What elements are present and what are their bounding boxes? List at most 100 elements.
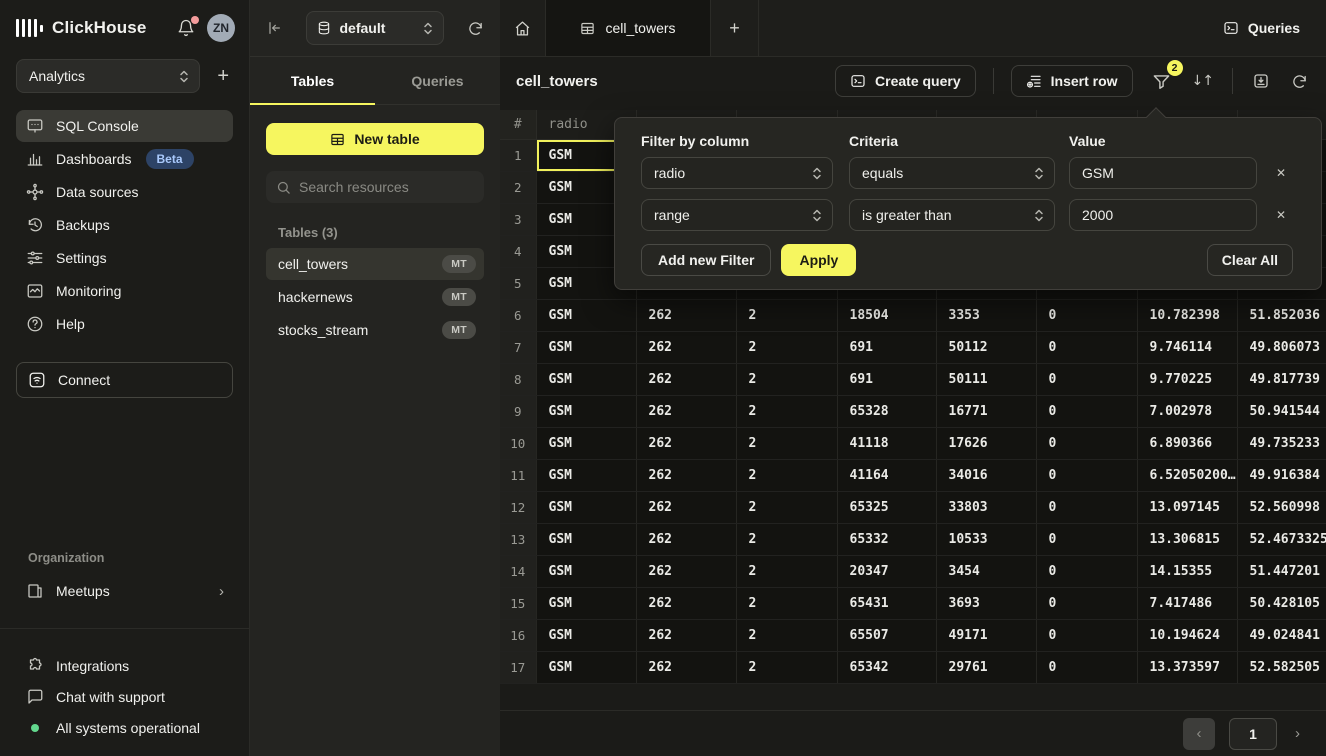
table-cell[interactable]: 262 [636, 491, 736, 523]
table-cell[interactable]: 6.52050200… [1137, 459, 1237, 491]
table-cell[interactable]: 2 [736, 331, 837, 363]
notifications-bell-icon[interactable] [177, 19, 195, 37]
table-list-item-cell-towers[interactable]: cell_towers MT [266, 248, 484, 280]
table-cell[interactable]: 65332 [837, 523, 936, 555]
table-cell[interactable]: 0 [1036, 587, 1137, 619]
database-select[interactable]: default [306, 11, 444, 45]
table-cell[interactable]: 2 [736, 651, 837, 683]
sidebar-item-data-sources[interactable]: Data sources [16, 176, 233, 208]
table-cell[interactable]: 262 [636, 363, 736, 395]
table-cell[interactable]: 52.560998 [1237, 491, 1326, 523]
remove-filter-icon[interactable]: ✕ [1276, 166, 1286, 180]
table-cell[interactable]: GSM [536, 587, 636, 619]
sort-button[interactable]: ↓↑ [1190, 71, 1215, 91]
new-table-button[interactable]: New table [266, 123, 484, 155]
sidebar-item-sql-console[interactable]: SQL Console [16, 110, 233, 142]
table-cell[interactable]: 34016 [936, 459, 1036, 491]
table-cell[interactable]: 262 [636, 395, 736, 427]
table-cell[interactable]: 49.916384 [1237, 459, 1326, 491]
table-cell[interactable]: 10.782398 [1137, 299, 1237, 331]
table-cell[interactable]: 13.373597 [1137, 651, 1237, 683]
table-cell[interactable]: 262 [636, 587, 736, 619]
table-cell[interactable]: 52.4673325 [1237, 523, 1326, 555]
table-cell[interactable]: 13.097145 [1137, 491, 1237, 523]
table-cell[interactable]: 49.024841 [1237, 619, 1326, 651]
table-cell[interactable]: 0 [1036, 299, 1137, 331]
table-cell[interactable]: GSM [536, 427, 636, 459]
sidebar-item-settings[interactable]: Settings [16, 242, 233, 274]
table-cell[interactable]: 9.746114 [1137, 331, 1237, 363]
sidebar-item-chat-support[interactable]: Chat with support [16, 682, 234, 712]
table-cell[interactable]: 0 [1036, 459, 1137, 491]
table-cell[interactable]: 262 [636, 651, 736, 683]
table-cell[interactable]: 262 [636, 523, 736, 555]
table-cell[interactable]: 2 [736, 299, 837, 331]
table-cell[interactable]: GSM [536, 331, 636, 363]
table-cell[interactable]: 3454 [936, 555, 1036, 587]
table-cell[interactable]: 2 [736, 459, 837, 491]
filter-column-select[interactable]: range [641, 199, 833, 231]
connect-button[interactable]: Connect [16, 362, 233, 398]
table-cell[interactable]: 2 [736, 587, 837, 619]
table-cell[interactable]: GSM [536, 395, 636, 427]
table-cell[interactable]: 50111 [936, 363, 1036, 395]
table-cell[interactable]: 0 [1036, 523, 1137, 555]
sidebar-item-monitoring[interactable]: Monitoring [16, 275, 233, 307]
table-cell[interactable]: 49171 [936, 619, 1036, 651]
table-cell[interactable]: 2 [736, 491, 837, 523]
table-cell[interactable]: 17626 [936, 427, 1036, 459]
table-cell[interactable]: 65431 [837, 587, 936, 619]
tab-queries[interactable]: Queries [375, 57, 500, 104]
table-cell[interactable]: 51.447201 [1237, 555, 1326, 587]
table-cell[interactable]: 13.306815 [1137, 523, 1237, 555]
table-cell[interactable]: 262 [636, 619, 736, 651]
table-cell[interactable]: 0 [1036, 331, 1137, 363]
refresh-button[interactable] [1289, 71, 1310, 92]
queries-button[interactable]: Queries [1223, 0, 1326, 56]
table-cell[interactable]: 6.890366 [1137, 427, 1237, 459]
tab-tables[interactable]: Tables [250, 57, 375, 104]
new-tab-button[interactable]: + [711, 0, 759, 56]
table-cell[interactable]: GSM [536, 459, 636, 491]
table-cell[interactable]: 10533 [936, 523, 1036, 555]
insert-row-button[interactable]: Insert row [1011, 65, 1133, 97]
table-cell[interactable]: 262 [636, 459, 736, 491]
add-workspace-button[interactable]: + [213, 65, 233, 88]
clear-all-button[interactable]: Clear All [1207, 244, 1293, 276]
sidebar-item-backups[interactable]: Backups [16, 209, 233, 241]
table-cell[interactable]: 7.002978 [1137, 395, 1237, 427]
workspace-select[interactable]: Analytics [16, 59, 200, 93]
table-cell[interactable]: 691 [837, 363, 936, 395]
search-box[interactable] [266, 171, 484, 203]
apply-button[interactable]: Apply [781, 244, 856, 276]
create-query-button[interactable]: Create query [835, 65, 976, 97]
table-cell[interactable]: 2 [736, 363, 837, 395]
table-cell[interactable]: 7.417486 [1137, 587, 1237, 619]
next-page-button[interactable]: › [1291, 725, 1304, 742]
collapse-panel-icon[interactable] [266, 20, 282, 36]
table-cell[interactable]: 49.817739 [1237, 363, 1326, 395]
table-list-item-hackernews[interactable]: hackernews MT [266, 281, 484, 313]
table-cell[interactable]: 2 [736, 395, 837, 427]
table-cell[interactable]: 2 [736, 427, 837, 459]
filter-value-input[interactable] [1069, 157, 1257, 189]
table-cell[interactable]: 65328 [837, 395, 936, 427]
table-cell[interactable]: 0 [1036, 555, 1137, 587]
table-cell[interactable]: 262 [636, 331, 736, 363]
tab-cell-towers[interactable]: cell_towers [546, 0, 711, 56]
table-cell[interactable]: GSM [536, 299, 636, 331]
table-cell[interactable]: 41164 [837, 459, 936, 491]
table-cell[interactable]: 262 [636, 427, 736, 459]
current-page[interactable]: 1 [1229, 718, 1277, 750]
sidebar-item-help[interactable]: Help [16, 308, 233, 340]
table-cell[interactable]: 2 [736, 619, 837, 651]
filter-criteria-select[interactable]: is greater than [849, 199, 1055, 231]
table-cell[interactable]: 0 [1036, 619, 1137, 651]
table-cell[interactable]: 3693 [936, 587, 1036, 619]
sidebar-item-meetups[interactable]: Meetups › [16, 575, 234, 607]
avatar[interactable]: ZN [207, 14, 235, 42]
filter-criteria-select[interactable]: equals [849, 157, 1055, 189]
filter-column-select[interactable]: radio [641, 157, 833, 189]
table-cell[interactable]: GSM [536, 363, 636, 395]
table-cell[interactable]: 0 [1036, 363, 1137, 395]
